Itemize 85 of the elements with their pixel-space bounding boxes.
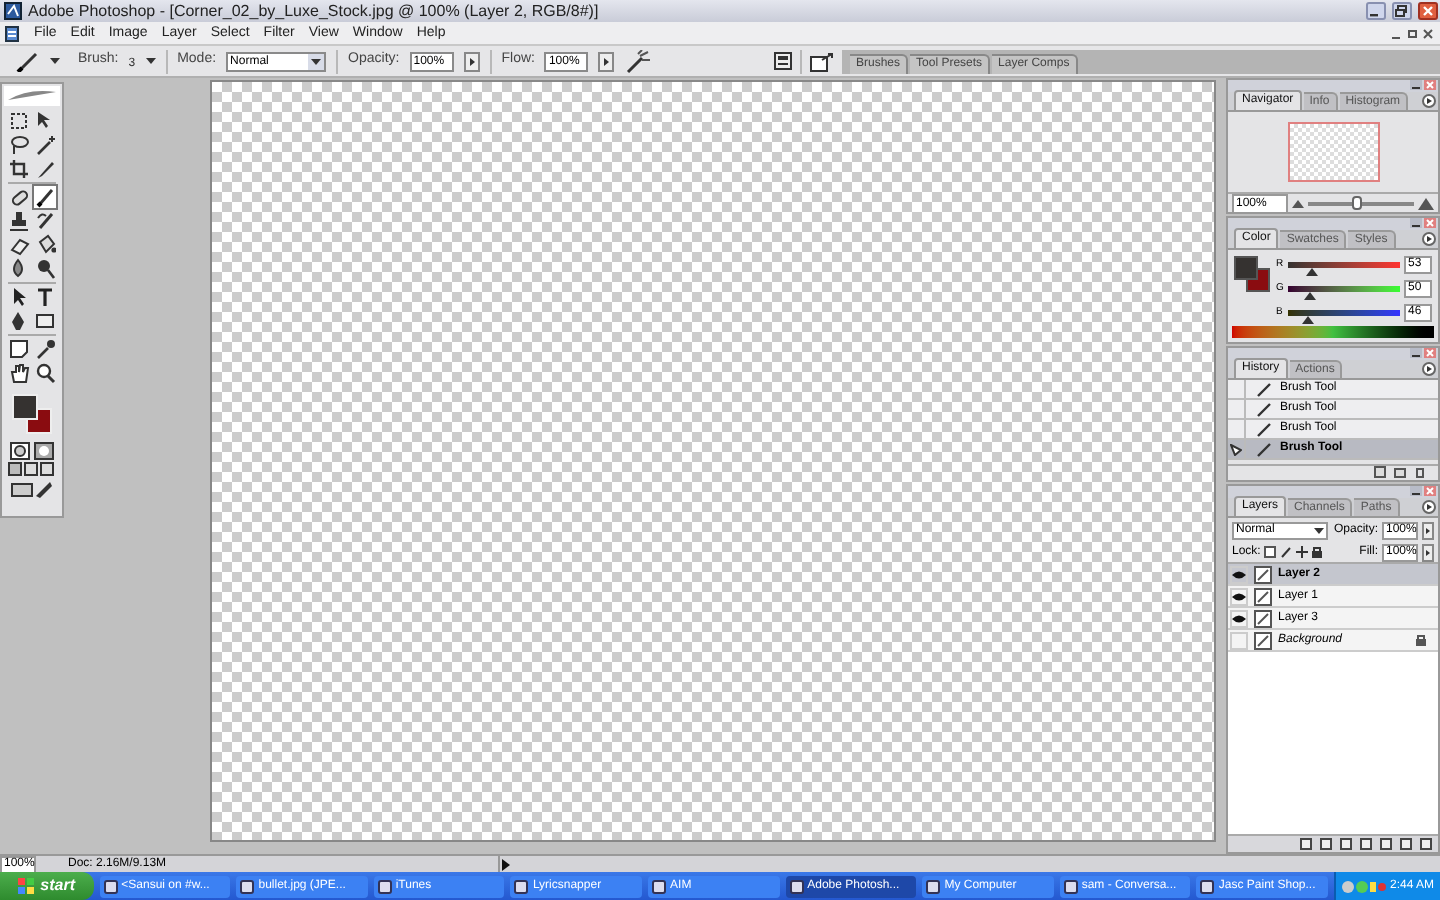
arrow-icon[interactable] — [500, 857, 512, 871]
lock-position-icon[interactable] — [1296, 546, 1309, 558]
panel-menu-icon[interactable] — [1422, 94, 1436, 108]
caret-icon[interactable] — [1312, 523, 1326, 537]
stamp-icon[interactable] — [8, 210, 30, 232]
crop-icon[interactable] — [8, 158, 30, 180]
marquee-icon[interactable] — [8, 110, 30, 132]
color-ramp[interactable] — [1232, 326, 1434, 338]
new-document-icon[interactable] — [1374, 466, 1386, 478]
zoom-in-icon[interactable] — [1418, 197, 1434, 209]
hand-icon[interactable] — [8, 362, 30, 384]
dodge-icon[interactable] — [34, 258, 56, 280]
standard-mode-icon[interactable] — [10, 442, 30, 460]
app-icon — [4, 2, 22, 20]
zoom-out-icon[interactable] — [1292, 198, 1304, 208]
panel-menu-icon[interactable] — [1422, 232, 1436, 246]
lock-transparency-icon[interactable] — [1264, 546, 1277, 558]
pen-icon[interactable] — [8, 310, 30, 332]
eraser-icon[interactable] — [8, 234, 30, 256]
program-icon — [377, 879, 392, 893]
arrow-icon[interactable] — [1422, 521, 1434, 539]
color-swatches-drawing[interactable] — [10, 392, 54, 436]
imageready-icon[interactable] — [10, 480, 54, 500]
panel-menu-icon[interactable] — [1422, 362, 1436, 376]
arrow-icon[interactable] — [463, 51, 480, 71]
panel-menu-icon[interactable] — [1422, 500, 1436, 514]
brush-icon[interactable] — [16, 51, 40, 71]
tray-icons-drawing[interactable] — [1342, 879, 1386, 893]
notes-icon[interactable] — [8, 338, 30, 360]
layer-thumbnail-icon — [1254, 565, 1272, 583]
slider-thumb[interactable] — [1305, 268, 1318, 276]
program-icon — [1200, 879, 1215, 893]
lock-pixels-icon[interactable] — [1280, 546, 1293, 558]
slider-thumb[interactable] — [1304, 292, 1317, 300]
eye-icon[interactable] — [1232, 613, 1246, 623]
lasso-icon[interactable] — [8, 134, 30, 156]
close-icon[interactable] — [1422, 27, 1434, 39]
minimize-icon[interactable] — [1410, 486, 1422, 496]
lock-all-icon[interactable] — [1312, 546, 1323, 558]
program-icon — [514, 879, 529, 893]
brush-icon[interactable] — [34, 186, 56, 208]
zoom-icon[interactable] — [34, 362, 56, 384]
type-icon[interactable] — [34, 286, 56, 308]
bucket-icon[interactable] — [34, 234, 56, 256]
screen-mode-icon[interactable] — [8, 462, 56, 478]
program-icon — [789, 879, 804, 893]
airbrush-icon[interactable] — [624, 49, 653, 73]
layer-thumbnail-icon — [1254, 631, 1272, 649]
caret-icon[interactable] — [50, 57, 60, 65]
bridge-icon[interactable] — [810, 51, 834, 71]
eyedropper-icon[interactable] — [34, 338, 56, 360]
minimize-icon[interactable] — [1410, 348, 1422, 358]
quick-mask-icon[interactable] — [34, 442, 54, 460]
close-icon[interactable] — [1418, 2, 1438, 20]
palette-icon[interactable] — [774, 52, 792, 70]
slider-thumb[interactable] — [1351, 195, 1362, 209]
windows-logo-icon — [18, 878, 35, 894]
magic-wand-icon[interactable] — [34, 134, 56, 156]
minimize-icon[interactable] — [1410, 218, 1422, 228]
program-icon — [240, 879, 255, 893]
arrow-icon[interactable] — [598, 51, 615, 71]
document-icon[interactable] — [4, 25, 20, 41]
layer-thumbnail-icon — [1254, 587, 1272, 605]
restore-icon[interactable] — [1392, 2, 1412, 20]
window-title: Adobe Photoshop - [Corner_02_by_Luxe_Stock.jpg @ 100% (Layer 2, RGB/8#)] — [28, 3, 601, 19]
healing-icon[interactable] — [8, 186, 30, 208]
program-icon — [1063, 879, 1078, 893]
layer-thumbnail-icon — [1254, 609, 1272, 627]
rectangle-icon[interactable] — [34, 310, 56, 332]
eye-icon[interactable] — [1232, 569, 1246, 579]
program-icon — [103, 879, 118, 893]
caret-icon[interactable] — [145, 57, 156, 65]
program-icon — [926, 879, 941, 893]
program-icon — [652, 879, 667, 893]
navigator-preview-placeholder — [1287, 122, 1379, 182]
minimize-icon[interactable] — [1366, 2, 1386, 20]
arrow-icon[interactable] — [1422, 543, 1434, 561]
slice-icon[interactable] — [34, 158, 56, 180]
restore-icon[interactable] — [1406, 27, 1418, 39]
minimize-icon[interactable] — [1410, 80, 1422, 90]
color-swatches-drawing[interactable] — [1234, 256, 1270, 292]
path-select-icon[interactable] — [8, 286, 30, 308]
history-brush-icon[interactable] — [34, 210, 56, 232]
caret-icon[interactable] — [308, 53, 325, 69]
eye-icon[interactable] — [1232, 591, 1246, 601]
